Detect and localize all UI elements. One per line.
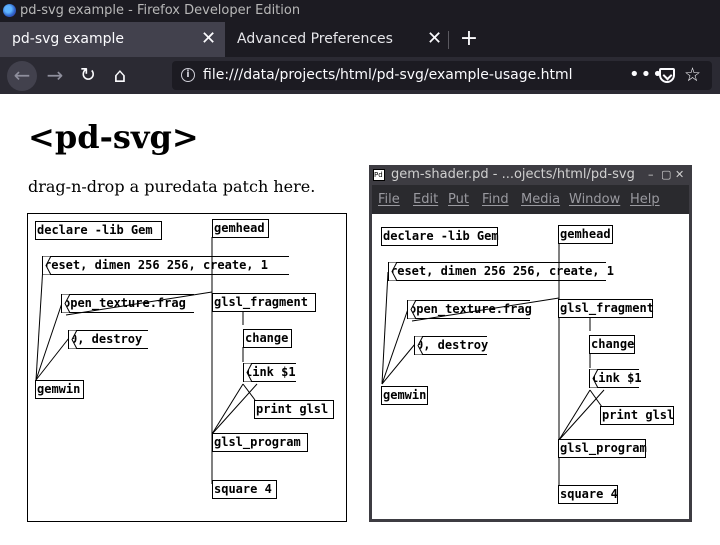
menu-edit[interactable]: Edit	[413, 185, 438, 214]
pd-object[interactable]: gemwin	[35, 380, 84, 399]
message-text: link $1	[245, 365, 296, 379]
pd-object[interactable]: glsl_program	[212, 433, 308, 452]
menu-find[interactable]: Find	[482, 185, 509, 214]
pocket-icon[interactable]	[659, 68, 675, 83]
patch-connections	[381, 243, 605, 489]
pd-message[interactable]: link $1	[589, 369, 642, 388]
tab-advanced-preferences[interactable]: Advanced Preferences ✕	[226, 22, 448, 57]
message-text: reset, dimen 256 256, create, 1	[390, 264, 614, 278]
message-text: 0, destroy	[416, 338, 489, 352]
menu-file[interactable]: File	[378, 185, 400, 214]
pd-message[interactable]: open_texture.frag	[407, 300, 532, 319]
pd-object[interactable]: gemhead	[212, 219, 269, 238]
pd-object[interactable]: square 4	[558, 485, 618, 504]
pd-window-title: gem-shader.pd - ...ojects/html/pd-svg	[391, 167, 635, 182]
message-flag	[69, 330, 77, 349]
connection-line	[211, 383, 244, 435]
message-flag	[408, 300, 416, 319]
firefox-logo-icon	[3, 4, 16, 17]
tab-label: pd-svg example	[12, 31, 124, 47]
pd-object[interactable]: glsl_fragment	[212, 293, 316, 312]
message-flag	[415, 336, 423, 355]
menu-help[interactable]: Help	[630, 185, 660, 214]
message-flag	[590, 369, 598, 388]
connection-line	[211, 383, 258, 435]
pd-message[interactable]: open_texture.frag	[61, 294, 194, 313]
info-icon[interactable]: i	[181, 68, 195, 82]
pd-object[interactable]: declare -lib Gem	[381, 227, 499, 246]
connection-line	[381, 343, 416, 385]
pd-object[interactable]: glsl_fragment	[558, 299, 654, 318]
url-bar[interactable]: i file:///data/projects/html/pd-svg/exam…	[172, 61, 712, 90]
tab-divider	[448, 31, 449, 49]
pd-object[interactable]: declare -lib Gem	[35, 221, 162, 240]
message-text: open_texture.frag	[63, 296, 186, 310]
window-title: pd-svg example - Firefox Developer Editi…	[20, 3, 301, 18]
menu-window[interactable]: Window	[569, 185, 620, 214]
minimize-icon[interactable]: –	[648, 165, 654, 185]
message-flag	[43, 256, 51, 275]
page-content: <pd-svg> drag-n-drop a puredata patch he…	[0, 94, 720, 545]
drop-hint: drag-n-drop a puredata patch here.	[28, 177, 316, 196]
pd-message[interactable]: reset, dimen 256 256, create, 1	[388, 262, 614, 281]
tab-label: Advanced Preferences	[237, 31, 393, 47]
pd-object[interactable]: change	[589, 335, 635, 354]
pd-app-icon: Pd	[373, 169, 385, 181]
svg-patch-render[interactable]: declare -lib Gem reset, dimen 256 256, c…	[27, 213, 347, 522]
menu-put[interactable]: Put	[448, 185, 469, 214]
connection-line	[558, 389, 605, 441]
pd-object[interactable]: gemhead	[558, 225, 613, 244]
pd-message[interactable]: reset, dimen 256 256, create, 1	[42, 256, 289, 275]
message-flag	[244, 363, 252, 382]
tab-pd-svg-example[interactable]: pd-svg example ✕	[0, 22, 225, 57]
forward-button[interactable]: →	[40, 61, 70, 91]
connection-line	[381, 271, 389, 385]
window-titlebar: pd-svg example - Firefox Developer Editi…	[0, 0, 720, 22]
close-icon[interactable]: ✕	[675, 165, 684, 185]
message-text: reset, dimen 256 256, create, 1	[44, 258, 268, 272]
back-button[interactable]: ←	[7, 61, 37, 91]
pd-menubar: File Edit Put Find Media Window Help	[372, 185, 689, 214]
bookmark-star-icon[interactable]: ☆	[684, 61, 701, 89]
maximize-icon[interactable]: ▢	[661, 165, 671, 185]
new-tab-button[interactable]: +	[457, 22, 481, 57]
connection-line	[558, 389, 591, 441]
close-icon[interactable]: ✕	[427, 22, 442, 56]
connection-line	[35, 337, 70, 381]
pd-message[interactable]: link $1	[243, 363, 296, 382]
tab-strip: pd-svg example ✕ Advanced Preferences ✕ …	[0, 22, 720, 57]
pd-object[interactable]: print glsl	[254, 400, 334, 419]
reload-button[interactable]: ↻	[73, 61, 103, 91]
navigation-toolbar: ← → ↻ ⌂ i file:///data/projects/html/pd-…	[0, 57, 720, 94]
pd-object[interactable]: gemwin	[381, 386, 428, 405]
pd-canvas[interactable]: declare -lib Gem reset, dimen 256 256, c…	[372, 214, 689, 519]
home-button[interactable]: ⌂	[105, 61, 135, 91]
close-icon[interactable]: ✕	[201, 22, 216, 56]
message-text: 0, destroy	[70, 332, 143, 346]
pd-object[interactable]: change	[243, 329, 292, 348]
pd-object[interactable]: glsl_program	[558, 439, 647, 458]
pd-window-titlebar[interactable]: Pd gem-shader.pd - ...ojects/html/pd-svg…	[369, 165, 692, 185]
page-title: <pd-svg>	[28, 118, 199, 156]
message-text: link $1	[591, 371, 642, 385]
menu-media[interactable]: Media	[521, 185, 560, 214]
pd-object[interactable]: square 4	[212, 480, 277, 499]
message-text: open_texture.frag	[409, 302, 532, 316]
message-flag	[389, 262, 397, 281]
message-flag	[62, 294, 70, 313]
pd-message[interactable]: 0, destroy	[414, 336, 489, 355]
pd-object[interactable]: print glsl	[600, 406, 674, 425]
url-text[interactable]: file:///data/projects/html/pd-svg/exampl…	[203, 61, 573, 90]
pd-message[interactable]: 0, destroy	[68, 330, 148, 349]
pd-window[interactable]: Pd gem-shader.pd - ...ojects/html/pd-svg…	[369, 165, 692, 522]
